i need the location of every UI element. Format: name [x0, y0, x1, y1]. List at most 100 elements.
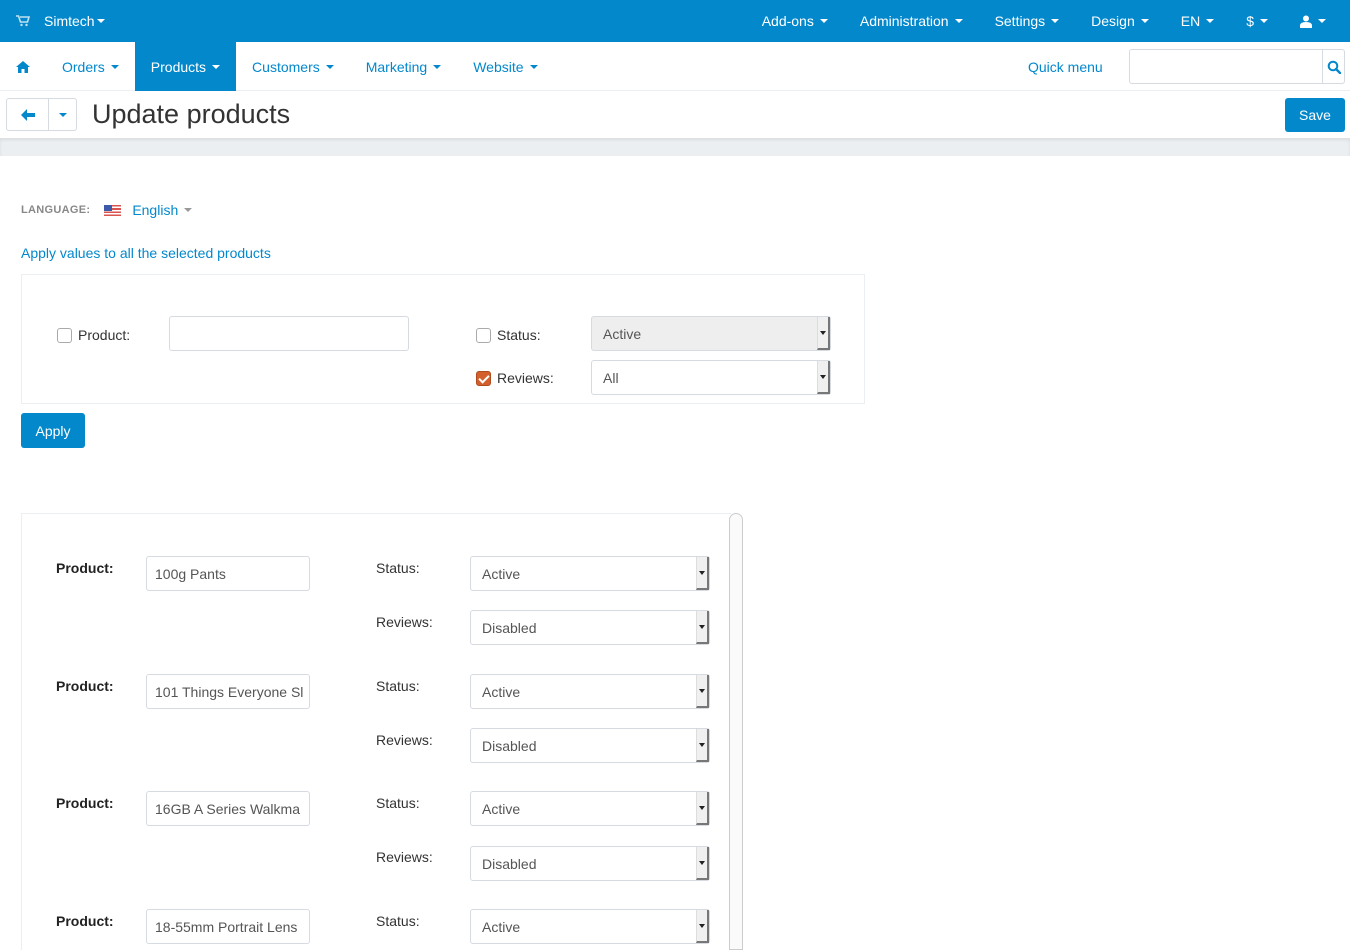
menu-label: EN [1180, 13, 1201, 29]
search-box [1129, 49, 1345, 84]
arrow-left-icon [20, 108, 35, 121]
product-reviews-select[interactable]: Disabled [470, 728, 710, 763]
chevron-down-icon [1140, 19, 1149, 23]
product-status-select[interactable]: Active [470, 791, 710, 826]
nav-marketing[interactable]: Marketing [350, 42, 457, 91]
nav-label: Marketing [365, 58, 428, 75]
menu-addons[interactable]: Add-ons [746, 0, 844, 42]
apply-reviews-select[interactable]: All [591, 360, 831, 395]
apply-reviews-checkbox[interactable] [476, 370, 491, 386]
chevron-down-icon [529, 64, 538, 69]
language-dropdown[interactable]: English [132, 202, 178, 218]
menu-label: $ [1246, 13, 1254, 29]
apply-reviews-label: Reviews: [497, 370, 554, 386]
menu-label: Add-ons [761, 13, 814, 29]
product-name-input[interactable]: 101 Things Everyone Sl [146, 674, 310, 709]
menu-language[interactable]: EN [1165, 0, 1230, 42]
nav-label: Products [150, 58, 207, 75]
product-name-input[interactable]: 100g Pants [146, 556, 310, 591]
select-arrow-icon [696, 557, 709, 590]
page-header: Update products Save [0, 92, 1350, 138]
select-value: All [603, 369, 619, 386]
menu-design[interactable]: Design [1075, 0, 1165, 42]
back-dropdown-button[interactable] [49, 99, 76, 130]
menu-settings[interactable]: Settings [979, 0, 1076, 42]
select-value: Active [482, 918, 521, 935]
language-label: LANGUAGE: [21, 204, 91, 216]
nav-home[interactable] [0, 42, 46, 91]
nav-orders[interactable]: Orders [46, 42, 135, 91]
nav-customers[interactable]: Customers [236, 42, 350, 91]
chevron-down-icon [1206, 19, 1215, 23]
select-value: Active [482, 565, 521, 582]
product-reviews-select[interactable]: Disabled [470, 846, 710, 881]
select-arrow-icon [817, 317, 830, 350]
menu-label: Design [1091, 13, 1135, 29]
products-list: Product: 100g Pants Status: Active Revie… [21, 513, 731, 950]
select-arrow-icon [696, 847, 709, 880]
us-flag-icon [104, 204, 122, 216]
product-label: Product: [56, 560, 114, 576]
apply-button[interactable]: Apply [21, 413, 85, 448]
menu-label: Settings [994, 13, 1046, 29]
apply-product-checkbox[interactable] [57, 327, 72, 343]
chevron-down-icon [819, 19, 828, 23]
apply-product-input[interactable] [169, 316, 409, 351]
select-value: Disabled [482, 737, 537, 754]
apply-status-checkbox[interactable] [476, 327, 491, 343]
select-value: Disabled [482, 619, 537, 636]
list-scrollbar[interactable] [729, 513, 743, 950]
search-icon [1327, 60, 1341, 74]
product-name-input[interactable]: 16GB A Series Walkma [146, 791, 310, 826]
apply-status-label: Status: [497, 327, 541, 343]
search-button[interactable] [1322, 50, 1344, 83]
save-button[interactable]: Save [1285, 98, 1345, 132]
product-name-input[interactable]: 18-55mm Portrait Lens [146, 909, 310, 944]
cart-icon [16, 15, 30, 27]
nav-products[interactable]: Products [134, 42, 237, 91]
chevron-down-icon [1260, 19, 1268, 23]
quick-menu-link[interactable]: Quick menu [1028, 42, 1103, 91]
back-button[interactable] [7, 99, 49, 130]
select-value: Disabled [482, 855, 537, 872]
home-icon [16, 60, 30, 73]
select-arrow-icon [696, 611, 709, 644]
back-button-group [6, 98, 77, 131]
menu-currency[interactable]: $ [1230, 0, 1284, 42]
nav-label: Customers [252, 58, 320, 75]
search-input[interactable] [1130, 50, 1322, 83]
apply-status-select[interactable]: Active [591, 316, 831, 351]
product-status-select[interactable]: Active [470, 674, 710, 709]
product-label: Product: [56, 678, 114, 694]
store-name[interactable]: Simtech [44, 13, 95, 29]
product-status-select[interactable]: Active [470, 909, 710, 944]
product-reviews-select[interactable]: Disabled [470, 610, 710, 645]
header-divider [0, 138, 1350, 156]
select-arrow-icon [696, 792, 709, 825]
main-nav: Orders Products Customers Marketing Webs… [0, 42, 1350, 91]
chevron-down-icon [325, 64, 334, 69]
store-switcher[interactable]: Simtech [16, 0, 105, 42]
chevron-down-icon [96, 19, 105, 23]
chevron-down-icon [212, 64, 221, 69]
menu-user[interactable] [1284, 0, 1350, 42]
user-icon [1300, 15, 1312, 28]
nav-label: Orders [62, 58, 105, 75]
apply-values-link[interactable]: Apply values to all the selected product… [21, 245, 271, 261]
apply-reviews-field: Reviews: [476, 370, 554, 386]
reviews-label: Reviews: [376, 614, 433, 630]
nav-website[interactable]: Website [457, 42, 553, 91]
language-selector: LANGUAGE: English [21, 200, 193, 220]
reviews-label: Reviews: [376, 732, 433, 748]
status-label: Status: [376, 795, 420, 811]
product-label: Product: [56, 795, 114, 811]
apply-product-field: Product: [57, 327, 130, 343]
chevron-down-icon [1051, 19, 1060, 23]
product-status-select[interactable]: Active [470, 556, 710, 591]
apply-values-panel: Product: Status: Active Reviews: All [21, 274, 865, 404]
chevron-down-icon [954, 19, 963, 23]
reviews-label: Reviews: [376, 849, 433, 865]
select-arrow-icon [696, 910, 709, 943]
menu-administration[interactable]: Administration [844, 0, 979, 42]
chevron-down-icon [58, 112, 67, 117]
